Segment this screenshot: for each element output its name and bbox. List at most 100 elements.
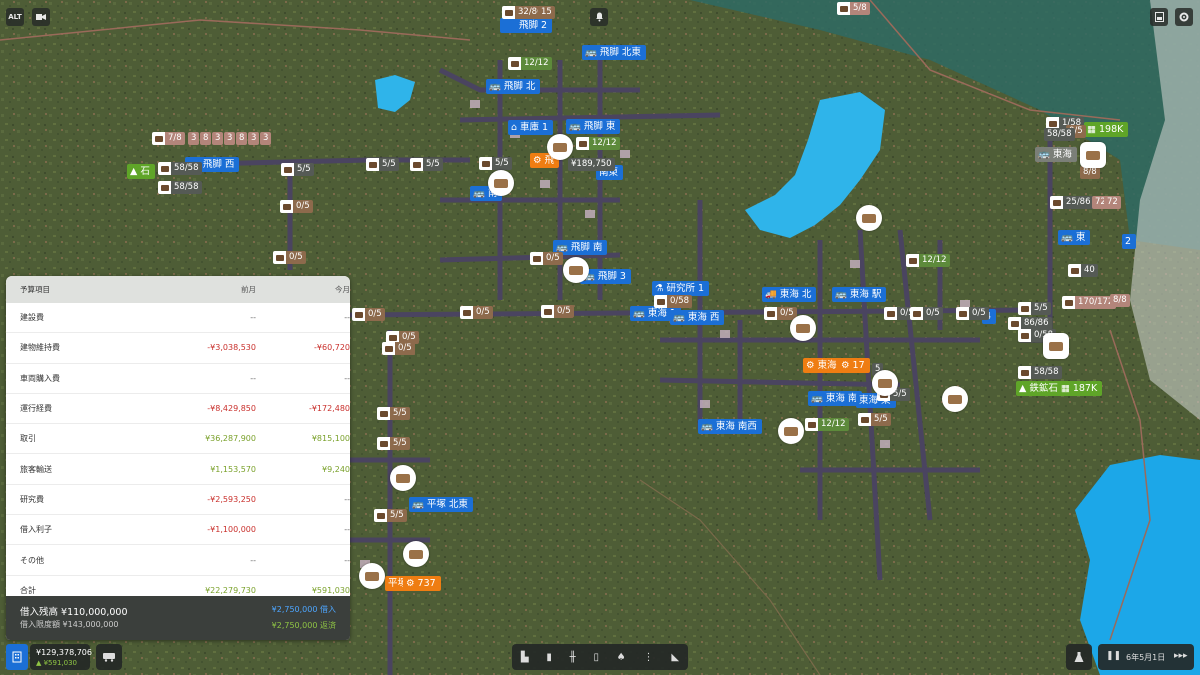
cargo-counter[interactable]: 25/86 <box>1050 196 1094 209</box>
alt-button[interactable]: ALT <box>6 8 24 26</box>
cargo-counter[interactable]: 8/8 <box>1110 294 1130 307</box>
cargo-counter[interactable]: 0/58 <box>654 295 693 308</box>
cargo-counter[interactable]: 0/5 <box>273 251 306 264</box>
rail-icon[interactable]: ╫ <box>570 652 576 663</box>
notification-bell-icon[interactable] <box>590 8 608 26</box>
cargo-counter[interactable]: 58/58 <box>1018 366 1062 379</box>
industry-label[interactable]: ⚙ 17 <box>838 358 870 373</box>
cargo-counter[interactable]: 5/5 <box>366 158 399 171</box>
cargo-counter[interactable]: 170/172 <box>1062 296 1117 309</box>
cargo-counter[interactable]: 5/5 <box>377 407 410 420</box>
cargo-counter[interactable]: 5/5 <box>377 437 410 450</box>
cargo-counter[interactable]: 5/5 <box>410 158 443 171</box>
iron-ore-label[interactable]: ▲ 鉄鉱石 ▦ 187K <box>1016 381 1103 396</box>
budget-row: 建設費 -- -- <box>6 303 350 334</box>
resource-amount[interactable]: ▦ 198K <box>1084 122 1129 137</box>
cargo-counter[interactable]: 58/58 <box>158 181 202 194</box>
industry-label[interactable]: ⚙ 東海 <box>803 358 842 373</box>
cargo-counter[interactable]: 0/5 <box>352 308 385 321</box>
cargo-counter[interactable]: 3 <box>212 132 224 145</box>
bulldozer-icon[interactable]: ◣ <box>671 652 679 663</box>
save-icon[interactable] <box>1150 8 1168 26</box>
cargo-counter[interactable]: 12/12 <box>508 57 552 70</box>
cargo-counter[interactable]: 3 <box>188 132 200 145</box>
cargo-counter[interactable]: 15 <box>538 6 555 19</box>
cargo-icon[interactable] <box>1080 142 1106 168</box>
cargo-icon[interactable] <box>778 418 804 444</box>
cargo-counter[interactable]: 0/5 <box>910 307 943 320</box>
station-label[interactable]: 🚚 東海 北 <box>762 287 817 302</box>
station-label[interactable]: 🚌 東 <box>1058 230 1091 245</box>
company-button[interactable] <box>6 644 28 670</box>
station-label[interactable]: 🚌 飛脚 東 <box>566 119 621 134</box>
cargo-icon[interactable] <box>563 257 589 283</box>
cargo-counter[interactable]: 72 <box>1104 196 1121 209</box>
cargo-counter[interactable]: 12/12 <box>576 137 620 150</box>
cargo-icon[interactable] <box>547 134 573 160</box>
gear-icon[interactable] <box>1175 8 1193 26</box>
chart-icon[interactable]: ▙ <box>521 652 529 663</box>
depot-label[interactable]: ⌂ 車庫 1 <box>508 120 554 135</box>
cargo-counter[interactable]: 12/12 <box>805 418 849 431</box>
more-icon[interactable]: ⋮ <box>644 652 654 663</box>
cargo-counter[interactable]: 0/5 <box>460 306 493 319</box>
info-icon[interactable]: ▮ <box>546 652 552 663</box>
repay-button[interactable]: ¥2,750,000 返済 <box>272 620 336 631</box>
cargo-icon[interactable] <box>790 315 816 341</box>
vehicles-button[interactable] <box>96 644 122 670</box>
pause-icon[interactable]: ❚❚ <box>1106 651 1121 661</box>
cargo-icon[interactable] <box>872 370 898 396</box>
cargo-counter[interactable]: 5/5 <box>479 157 512 170</box>
cargo-icon[interactable] <box>390 465 416 491</box>
cargo-counter[interactable]: 0/5 <box>382 342 415 355</box>
station-label[interactable]: 🚌 飛脚 北東 <box>582 45 646 60</box>
station-label[interactable]: 🚌 東海 南 <box>808 391 863 406</box>
money-display[interactable]: ¥129,378,706 ▲ ¥591,030 <box>30 644 92 670</box>
station-label[interactable]: 🚌 東海 南西 <box>698 419 762 434</box>
cargo-counter[interactable]: 5/8 <box>837 2 870 15</box>
quarry-label[interactable]: ▲ 石 <box>127 164 155 179</box>
cargo-counter[interactable]: 5/5 <box>858 413 891 426</box>
station-label[interactable]: 2 <box>1122 234 1137 249</box>
cargo-counter[interactable]: 58/58 <box>158 162 202 175</box>
cargo-counter[interactable]: 8 <box>200 132 212 145</box>
cargo-counter[interactable]: 0/5 <box>956 307 989 320</box>
cargo-counter[interactable]: 0/5 <box>280 200 313 213</box>
cargo-counter[interactable]: 5/5 <box>1018 302 1051 315</box>
cargo-counter[interactable]: 0/5 <box>541 305 574 318</box>
cargo-counter[interactable]: 8 <box>236 132 248 145</box>
cargo-counter[interactable]: 40 <box>1068 264 1098 277</box>
fast-forward-icon[interactable]: ▸▸▸ <box>1174 651 1188 661</box>
cargo-icon[interactable] <box>488 170 514 196</box>
train-icon[interactable]: ▯ <box>593 652 599 663</box>
research-button[interactable] <box>1066 644 1092 670</box>
cargo-counter[interactable]: 0/5 <box>530 252 563 265</box>
cargo-counter[interactable]: 3 <box>260 132 272 145</box>
budget-item-label: 建設費 <box>20 313 44 323</box>
lab-label[interactable]: ⚗ 研究所 1 <box>652 281 710 296</box>
cargo-icon[interactable] <box>942 386 968 412</box>
cargo-counter[interactable]: 3 <box>224 132 236 145</box>
video-camera-icon[interactable] <box>32 8 50 26</box>
station-label[interactable]: 🚌 東海 <box>1035 147 1077 162</box>
cargo-counter[interactable]: 5/5 <box>374 509 407 522</box>
cargo-counter[interactable]: 7/8 <box>152 132 185 145</box>
industry-label[interactable]: ⚙ 737 <box>403 576 441 591</box>
cargo-icon[interactable] <box>1043 333 1069 359</box>
cargo-counter[interactable]: 5/5 <box>281 163 314 176</box>
cargo-counter[interactable]: 3 <box>248 132 260 145</box>
tree-icon[interactable]: ♠ <box>617 652 626 663</box>
cargo-icon[interactable] <box>403 541 429 567</box>
cargo-icon[interactable] <box>856 205 882 231</box>
cargo-counter[interactable]: 0/5 <box>764 307 797 320</box>
station-label[interactable]: 🚌 平塚 北東 <box>409 497 473 512</box>
station-label[interactable]: 🚌 飛脚 北 <box>486 79 541 94</box>
cargo-counter[interactable]: 12/12 <box>906 254 950 267</box>
station-label[interactable]: 🚌 東海 駅 <box>832 287 887 302</box>
station-label[interactable]: 🚌 東海 西 <box>670 310 725 325</box>
station-label[interactable]: 飛脚 2 <box>500 18 553 33</box>
cargo-counter[interactable]: 58/58 <box>1044 128 1075 141</box>
cargo-icon[interactable] <box>359 563 385 589</box>
borrow-button[interactable]: ¥2,750,000 借入 <box>272 604 336 615</box>
income-counter[interactable]: ¥189,750 <box>568 158 615 171</box>
